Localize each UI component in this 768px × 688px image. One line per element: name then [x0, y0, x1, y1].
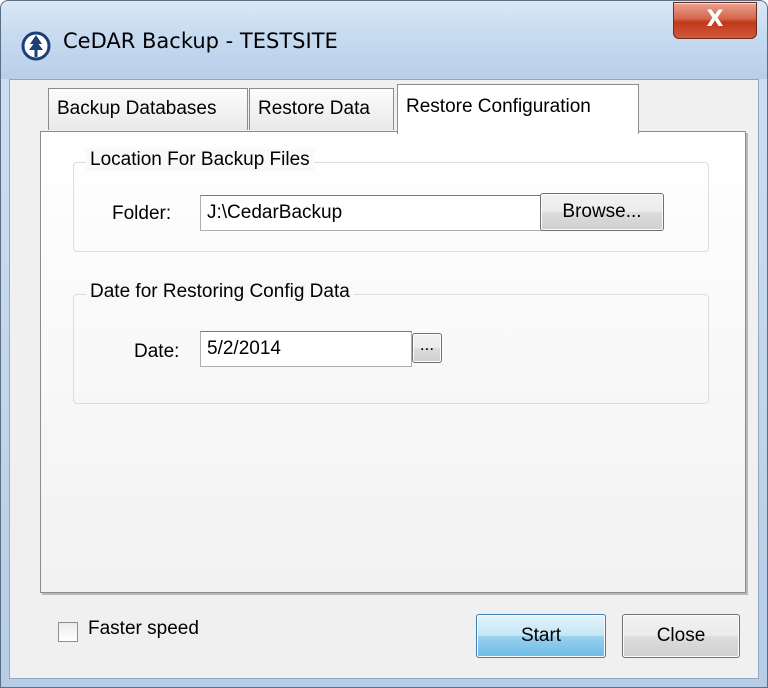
start-button[interactable]: Start — [476, 614, 606, 658]
tab-backup-databases[interactable]: Backup Databases — [48, 88, 248, 130]
cedar-tree-icon — [21, 31, 51, 61]
folder-input[interactable]: J:\CedarBackup — [200, 195, 544, 231]
faster-speed-checkbox[interactable] — [58, 622, 78, 642]
date-input[interactable]: 5/2/2014 — [200, 331, 412, 367]
folder-label: Folder: — [112, 203, 172, 224]
date-group: Date for Restoring Config Data Date: 5/2… — [73, 281, 709, 404]
location-group: Location For Backup Files Folder: J:\Ced… — [73, 149, 709, 252]
tab-label: Restore Configuration — [406, 96, 591, 117]
close-icon: X — [706, 7, 724, 32]
tab-label: Backup Databases — [57, 98, 217, 119]
tab-label: Restore Data — [258, 98, 370, 119]
faster-speed-label[interactable]: Faster speed — [88, 618, 199, 640]
date-label: Date: — [134, 341, 180, 362]
close-window-button[interactable]: X — [673, 2, 757, 39]
browse-button[interactable]: Browse... — [540, 193, 664, 231]
window-title: CeDAR Backup - TESTSITE — [63, 29, 338, 53]
tab-restore-data[interactable]: Restore Data — [249, 88, 394, 130]
title-bar[interactable]: CeDAR Backup - TESTSITE X — [1, 1, 767, 79]
tab-restore-configuration[interactable]: Restore Configuration — [397, 84, 639, 134]
close-button[interactable]: Close — [622, 614, 740, 658]
tab-panel: Location For Backup Files Folder: J:\Ced… — [40, 131, 746, 593]
location-group-legend: Location For Backup Files — [86, 149, 314, 171]
date-group-legend: Date for Restoring Config Data — [86, 281, 354, 303]
date-picker-button[interactable]: ... — [412, 333, 442, 363]
